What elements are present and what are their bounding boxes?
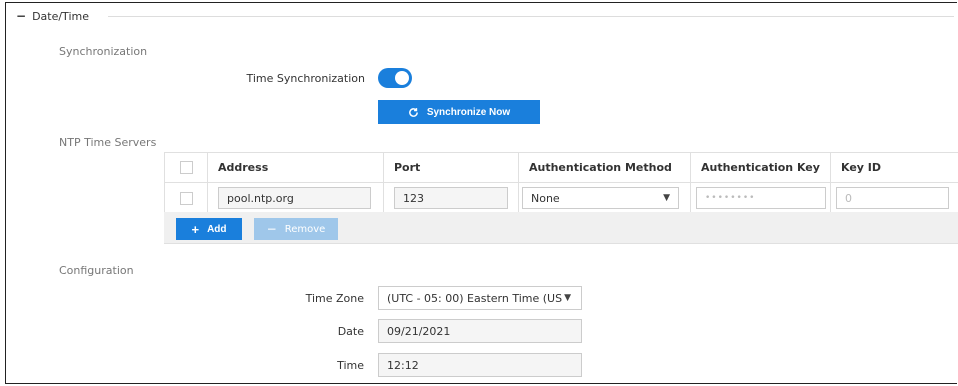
auth-method-value: None [531,191,560,205]
row-checkbox-cell [164,183,207,213]
configuration-label: Configuration [59,264,134,277]
port-cell: 123 [383,183,518,213]
add-label: Add [207,223,227,235]
column-header-auth-method: Authentication Method [518,153,690,182]
remove-label: Remove [284,223,326,235]
table-header: Address Port Authentication Method Authe… [164,152,958,183]
auth-key-cell: •••••••• [690,183,830,213]
address-cell: pool.ntp.org [207,183,383,213]
column-header-key-id: Key ID [830,153,958,182]
date-input[interactable]: 09/21/2021 [378,319,582,343]
chevron-down-icon: ▼ [663,193,670,203]
add-button[interactable]: + Add [176,218,242,240]
date-label: Date [337,325,364,338]
time-zone-select[interactable]: (UTC - 05: 00) Eastern Time (US & Ca ▼ [378,286,582,310]
column-header-auth-key: Authentication Key [690,153,830,182]
minus-icon: − [266,222,277,236]
ntp-servers-table: Address Port Authentication Method Authe… [164,152,958,214]
remove-button[interactable]: − Remove [254,218,338,240]
port-input[interactable]: 123 [394,187,508,209]
time-label: Time [337,359,364,372]
select-all-checkbox[interactable] [179,161,193,174]
table-row: pool.ntp.org 123 None ▼ •••••••• 0 [164,183,958,214]
time-sync-label: Time Synchronization [246,72,365,85]
auth-method-select[interactable]: None ▼ [522,187,679,209]
collapse-icon[interactable]: − [16,9,26,23]
time-input[interactable]: 12:12 [378,353,582,377]
header-checkbox-cell [164,153,207,182]
key-id-cell: 0 [830,183,958,213]
refresh-icon [408,107,418,117]
key-id-input[interactable]: 0 [836,187,949,209]
address-input[interactable]: pool.ntp.org [218,187,371,209]
column-header-port: Port [383,153,518,182]
time-zone-value: (UTC - 05: 00) Eastern Time (US & Ca [387,291,564,305]
section-title: Date/Time [32,9,89,23]
synchronize-now-button[interactable]: Synchronize Now [378,100,540,124]
chevron-down-icon: ▼ [564,293,571,303]
row-checkbox[interactable] [179,191,193,205]
time-zone-label: Time Zone [305,292,364,305]
legend-divider [108,16,954,17]
ntp-servers-label: NTP Time Servers [59,136,157,149]
plus-icon: + [191,221,200,237]
time-sync-toggle[interactable] [378,68,412,88]
auth-key-input[interactable]: •••••••• [696,187,826,209]
toggle-knob [395,71,409,85]
synchronize-now-label: Synchronize Now [426,106,511,118]
synchronization-label: Synchronization [59,45,148,58]
section-toggle[interactable]: − Date/Time [16,9,95,23]
auth-method-cell: None ▼ [518,183,690,213]
column-header-address: Address [207,153,383,182]
